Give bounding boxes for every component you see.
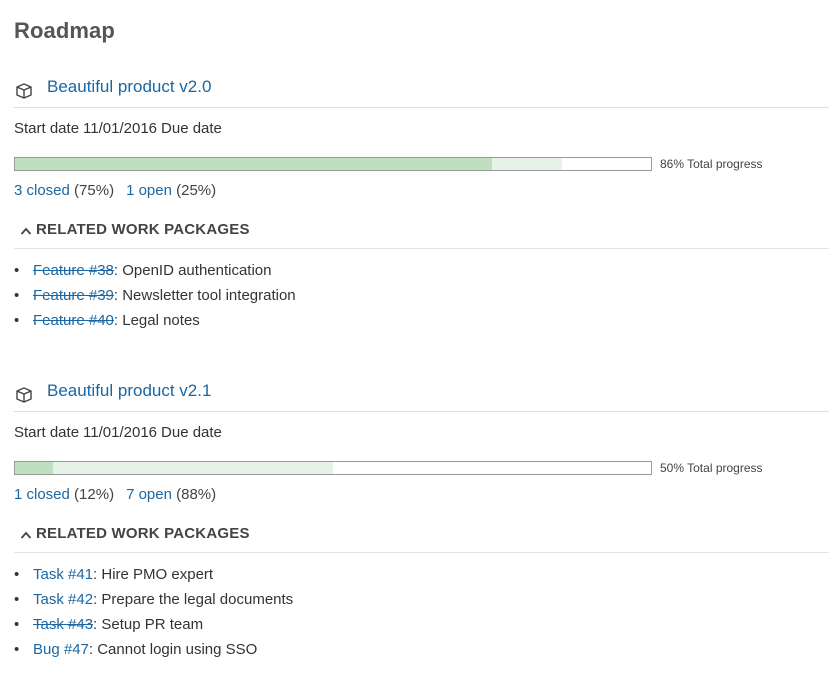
work-package-list: • Feature #38: OpenID authentication • Feat…	[14, 262, 296, 337]
work-package-link[interactable]: Task #41	[33, 566, 93, 583]
related-work-packages-toggle[interactable]: RELATED WORK PACKAGES	[14, 524, 829, 553]
work-package-link[interactable]: Task #42	[33, 591, 93, 608]
work-package-subject: : Newsletter tool integration	[113, 287, 296, 304]
work-package-list: • Task #41: Hire PMO expert • Task #42: Pre…	[14, 566, 293, 666]
bullet: •	[14, 641, 20, 658]
version-title-link[interactable]: Beautiful product v2.1	[47, 381, 211, 401]
progress-closed-fill	[15, 158, 492, 170]
related-work-packages-toggle[interactable]: RELATED WORK PACKAGES	[14, 220, 829, 249]
progress-percent-text: 50% Total progress	[660, 461, 763, 475]
open-percent: (25%)	[176, 182, 217, 199]
package-box-icon	[16, 83, 32, 99]
closed-percent: (75%)	[74, 182, 115, 199]
version-title-link[interactable]: Beautiful product v2.0	[47, 77, 211, 97]
bullet: •	[14, 566, 20, 583]
bullet: •	[14, 616, 20, 633]
work-package-item: • Feature #40: Legal notes	[14, 312, 296, 337]
open-percent: (88%)	[176, 486, 217, 503]
work-package-item: • Feature #39: Newsletter tool integratio…	[14, 287, 296, 312]
work-package-link[interactable]: Feature #40	[33, 312, 114, 329]
related-work-packages-label: RELATED WORK PACKAGES	[36, 221, 250, 238]
version-dates: Start date 11/01/2016 Due date	[14, 424, 222, 441]
bullet: •	[14, 287, 20, 304]
due-date-label: Due date	[161, 120, 222, 137]
progress-percent-text: 86% Total progress	[660, 157, 763, 171]
progress-bar	[14, 157, 652, 171]
due-date-label: Due date	[161, 424, 222, 441]
related-work-packages-label: RELATED WORK PACKAGES	[36, 525, 250, 542]
version-header: Beautiful product v2.1	[14, 377, 829, 412]
issue-counts: 1 closed (12%) 7 open (88%)	[14, 486, 216, 503]
bullet: •	[14, 262, 20, 279]
work-package-subject: : Prepare the legal documents	[93, 591, 294, 608]
start-date-value: 11/01/2016	[83, 424, 158, 441]
open-issues-link[interactable]: 7 open	[126, 486, 172, 503]
version-dates: Start date 11/01/2016 Due date	[14, 120, 222, 137]
work-package-link[interactable]: Feature #38	[33, 262, 114, 279]
work-package-link[interactable]: Feature #39	[33, 287, 114, 304]
work-package-subject: : Cannot login using SSO	[88, 641, 258, 658]
work-package-link[interactable]: Task #43	[33, 616, 93, 633]
work-package-subject: : OpenID authentication	[113, 262, 272, 279]
progress-closed-fill	[15, 462, 54, 474]
closed-issues-link[interactable]: 1 closed	[14, 486, 70, 503]
work-package-item: • Task #42: Prepare the legal documents	[14, 591, 293, 616]
work-package-item: • Feature #38: OpenID authentication	[14, 262, 296, 287]
closed-percent: (12%)	[74, 486, 115, 503]
work-package-subject: : Hire PMO expert	[93, 566, 214, 583]
work-package-link[interactable]: Bug #47	[33, 641, 89, 658]
work-package-item: • Task #43: Setup PR team	[14, 616, 293, 641]
work-package-item: • Bug #47: Cannot login using SSO	[14, 641, 293, 666]
package-box-icon	[16, 387, 32, 403]
bullet: •	[14, 591, 20, 608]
chevron-up-icon	[20, 227, 32, 235]
roadmap-page: Roadmap Beautiful product v2.0 Start dat…	[0, 0, 829, 678]
work-package-subject: : Legal notes	[113, 312, 200, 329]
start-date-label: Start date	[14, 120, 80, 137]
work-package-subject: : Setup PR team	[93, 616, 204, 633]
progress-bar	[14, 461, 652, 475]
issue-counts: 3 closed (75%) 1 open (25%)	[14, 182, 216, 199]
bullet: •	[14, 312, 20, 329]
start-date-label: Start date	[14, 424, 80, 441]
start-date-value: 11/01/2016	[83, 120, 158, 137]
work-package-item: • Task #41: Hire PMO expert	[14, 566, 293, 591]
progress-open-fill	[15, 462, 333, 474]
chevron-up-icon	[20, 531, 32, 539]
version-header: Beautiful product v2.0	[14, 73, 829, 108]
page-title: Roadmap	[14, 18, 115, 43]
closed-issues-link[interactable]: 3 closed	[14, 182, 70, 199]
open-issues-link[interactable]: 1 open	[126, 182, 172, 199]
